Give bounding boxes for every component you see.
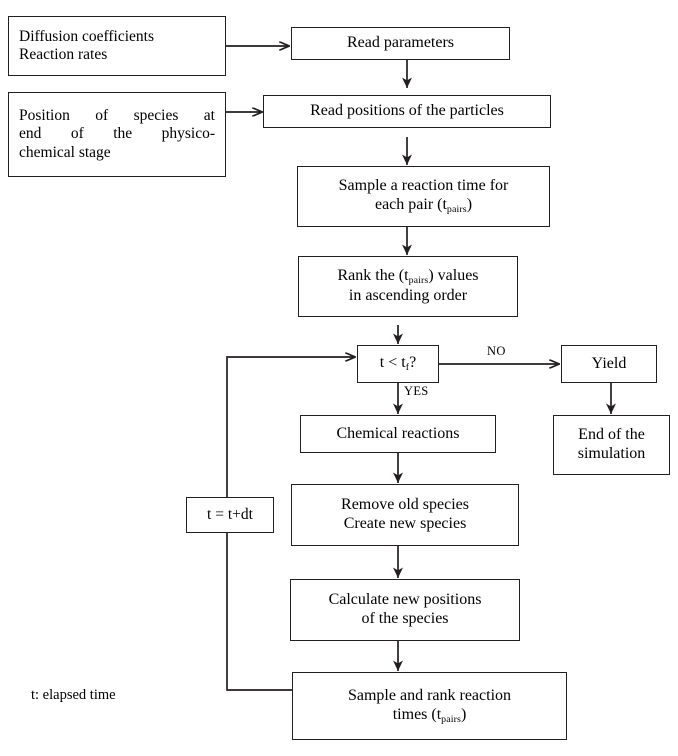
node-sample-rank-reaction-times: Sample and rank reaction times (tpairs) xyxy=(292,672,567,740)
node-rank-post: ) values xyxy=(428,267,479,285)
node-time-update: t = t+dt xyxy=(186,497,274,533)
node-sample-time-pre: each pair (t xyxy=(374,196,447,213)
node-end-of-simulation-line2: simulation xyxy=(577,445,646,462)
node-calculate-positions-line2: of the species xyxy=(361,610,449,627)
node-end-of-simulation-line1: End of the xyxy=(578,426,645,444)
node-inputs-position-line1: Position of species at xyxy=(19,107,215,125)
node-read-parameters-label: Read parameters xyxy=(346,34,455,52)
node-inputs-diffusion-reaction: Diffusion coefficients Reaction rates xyxy=(8,16,226,76)
node-calculate-new-positions: Calculate new positions of the species xyxy=(290,579,520,641)
node-sample-rank-subscript: pairs xyxy=(441,713,461,725)
node-decision-pre: t < t xyxy=(379,354,406,372)
node-time-update-label: t = t+dt xyxy=(207,505,253,523)
edge-label-yes: YES xyxy=(404,384,429,398)
node-sample-time-post: ) xyxy=(466,196,473,213)
node-sample-reaction-time-line1: Sample a reaction time for xyxy=(338,177,509,195)
node-read-positions-label: Read positions of the particles xyxy=(310,102,504,120)
node-chemical-reactions-label: Chemical reactions xyxy=(336,424,460,442)
node-remove-create-species: Remove old species Create new species xyxy=(291,484,519,546)
node-rank-subscript: pairs xyxy=(408,275,429,287)
node-yield: Yield xyxy=(561,345,657,383)
node-remove-create-line1: Remove old species xyxy=(341,496,469,514)
node-rank-pre: Rank the (t xyxy=(337,267,409,285)
node-sample-rank-post: ) xyxy=(460,705,467,723)
node-yield-label: Yield xyxy=(591,354,627,372)
node-inputs-position-line3: chemical stage xyxy=(19,143,111,161)
node-read-parameters: Read parameters xyxy=(291,27,510,60)
node-sample-reaction-time-line2: each pair (tpairs) xyxy=(304,196,543,216)
node-rank-values-line1: Rank the (tpairs) values xyxy=(305,267,511,287)
node-read-positions: Read positions of the particles xyxy=(263,95,551,128)
node-inputs-position-species: Position of species at end of the physic… xyxy=(8,92,226,177)
node-sample-time-subscript: pairs xyxy=(446,204,467,216)
node-remove-create-line2: Create new species xyxy=(343,515,467,532)
node-sample-rank-line1: Sample and rank reaction xyxy=(347,686,512,704)
node-decision-time-check: t < tf? xyxy=(357,345,439,383)
node-sample-reaction-time: Sample a reaction time for each pair (tp… xyxy=(297,166,550,227)
edge-label-no: NO xyxy=(487,344,506,358)
node-inputs-diffusion-reaction-label: Diffusion coefficients Reaction rates xyxy=(19,27,155,63)
legend-line-t: t: elapsed time xyxy=(31,686,116,703)
legend-block: t: elapsed time tf: final simulation tim… xyxy=(31,636,167,756)
node-sample-rank-line2: times (tpairs) xyxy=(299,706,560,726)
node-calculate-positions-line1: Calculate new positions xyxy=(328,591,482,609)
node-chemical-reactions: Chemical reactions xyxy=(300,415,496,453)
node-rank-values: Rank the (tpairs) values in ascending or… xyxy=(298,256,518,317)
node-decision-post: ? xyxy=(409,354,417,372)
node-rank-values-line2: in ascending order xyxy=(348,287,468,304)
node-sample-rank-pre: times (t xyxy=(392,705,442,723)
flowchart-canvas: Diffusion coefficients Reaction rates Po… xyxy=(0,0,678,756)
node-inputs-position-line2: end of the physico- xyxy=(19,125,215,143)
node-end-of-simulation: End of the simulation xyxy=(553,415,670,475)
